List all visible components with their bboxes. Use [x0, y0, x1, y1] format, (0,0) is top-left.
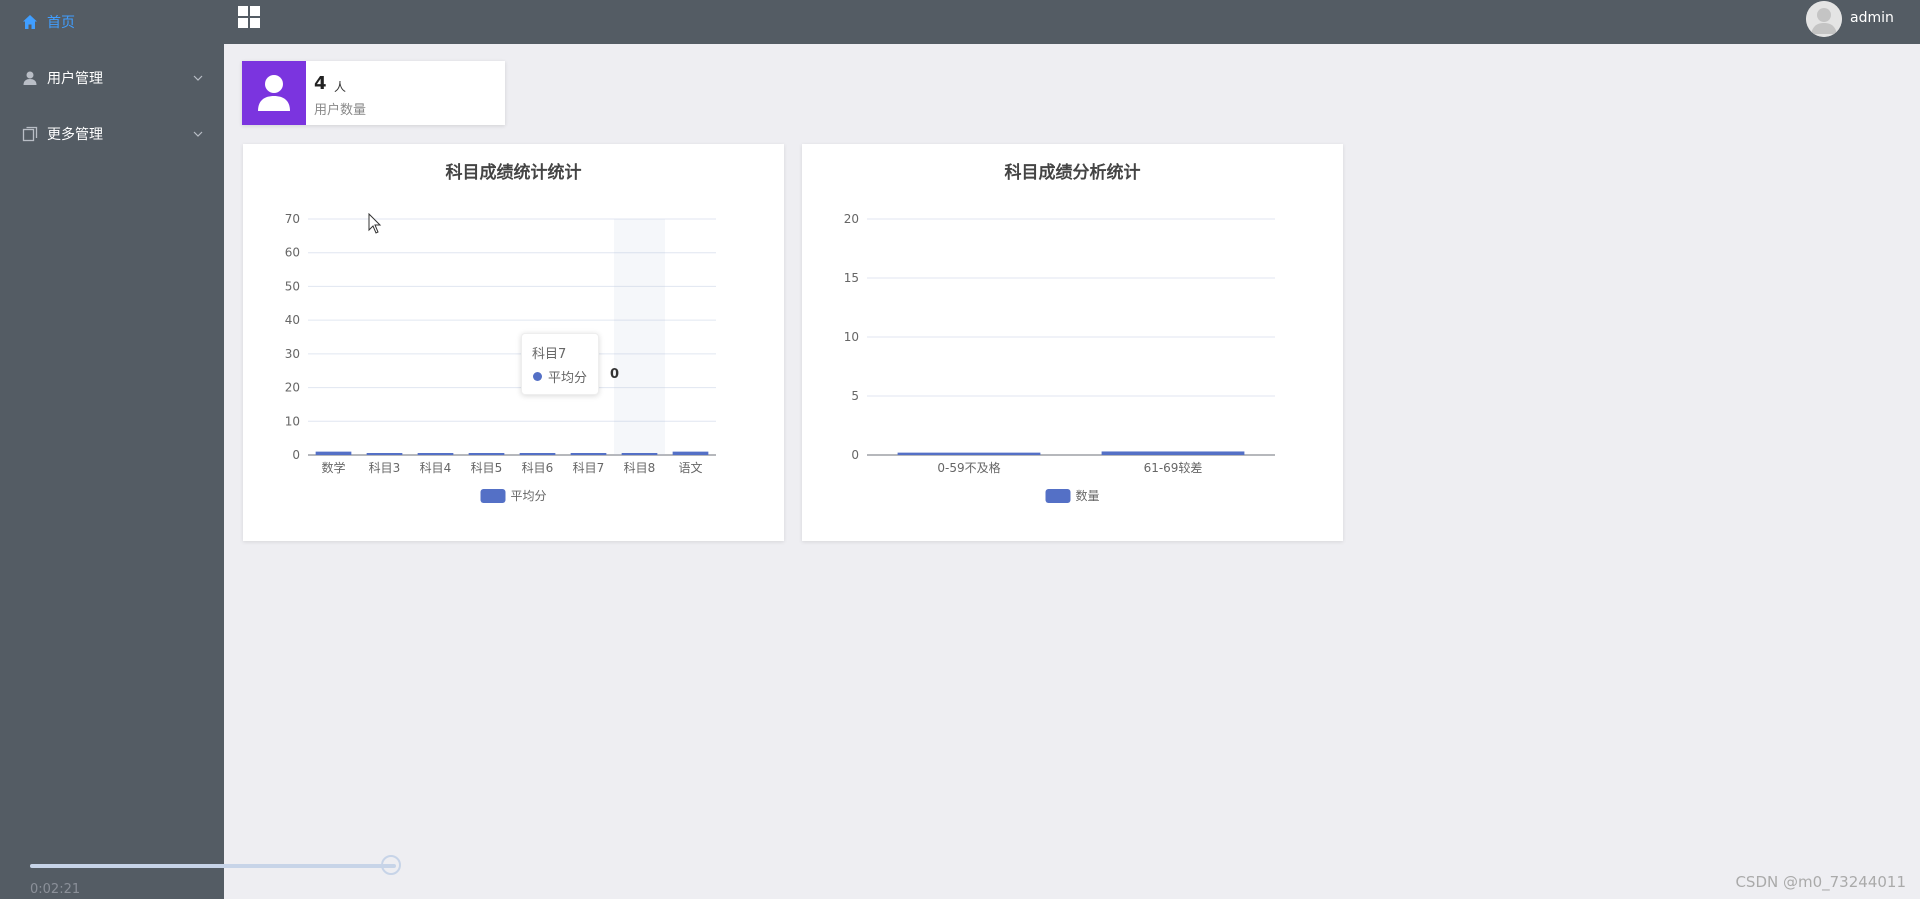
bar [315, 451, 352, 455]
stat-unit: 人 [334, 80, 347, 94]
x-tick-label: 数学 [321, 460, 345, 475]
y-tick-label: 50 [285, 279, 300, 293]
score-analysis-chart-card: 科目成绩分析统计 0 5 10 15 20 0-59不及格 61-69较差数量 [802, 144, 1343, 541]
y-tick-label: 70 [285, 212, 300, 226]
video-progress[interactable]: 0:02:21 [30, 855, 406, 897]
sidebar-item-label: 首页 [47, 15, 75, 31]
bar [621, 453, 658, 455]
legend-swatch [1045, 489, 1071, 503]
bar [468, 453, 505, 455]
progress-knob[interactable] [381, 855, 402, 875]
sidebar-item-label: 更多管理 [47, 127, 103, 143]
chart-tooltip: 科目7 平均分 0 [521, 333, 619, 395]
y-tick-label: 5 [851, 389, 859, 403]
x-tick-label: 语文 [678, 460, 702, 475]
sidebar-item-more-management[interactable]: 更多管理 [0, 112, 224, 156]
sidebar-item-user-management[interactable]: 用户管理 [0, 56, 224, 100]
x-tick-label: 0-59不及格 [937, 460, 1000, 475]
y-tick-label: 10 [844, 330, 859, 344]
legend-label: 数量 [1076, 488, 1100, 503]
stat-icon-box [242, 61, 306, 125]
bar [417, 453, 454, 455]
bar [897, 452, 1041, 455]
y-tick-label: 20 [844, 212, 859, 226]
chevron-down-icon [193, 131, 203, 137]
user-count-card: 4 人 用户数量 [242, 61, 505, 125]
avatar[interactable] [1806, 1, 1842, 37]
y-tick-label: 0 [292, 448, 300, 462]
sidebar-item-label: 用户管理 [47, 71, 103, 87]
home-icon [23, 15, 37, 29]
bar [1101, 451, 1245, 455]
y-tick-label: 15 [844, 271, 859, 285]
x-tick-label: 科目8 [624, 461, 656, 475]
tooltip-series-name: 平均分 [548, 371, 588, 386]
score-analysis-chart[interactable]: 科目成绩分析统计 0 5 10 15 20 0-59不及格 61-69较差数量 [802, 144, 1343, 541]
legend-swatch [480, 489, 506, 503]
tooltip-value: 0 [610, 367, 620, 382]
stat-value: 4 [314, 73, 327, 94]
mouse-cursor-icon [368, 213, 382, 234]
playback-time: 0:02:21 [30, 882, 81, 897]
y-tick-label: 60 [285, 246, 300, 260]
y-tick-label: 40 [285, 313, 300, 327]
sidebar: 首页 用户管理 更多管理 [0, 0, 224, 899]
bar [570, 453, 607, 455]
x-tick-label: 科目5 [471, 461, 503, 475]
y-tick-label: 10 [285, 414, 300, 428]
copy-icon [22, 126, 38, 142]
bar [519, 453, 556, 455]
subject-score-chart[interactable]: 科目成绩统计统计 0 10 20 30 40 50 60 70 数学 科目3 科目4 科目5 科目6 科目7… [243, 144, 784, 541]
legend-label: 平均分 [511, 489, 547, 503]
y-tick-label: 30 [285, 347, 300, 361]
watermark: CSDN @m0_73244011 [1735, 873, 1906, 891]
axis-pointer-shadow [614, 219, 665, 455]
x-tick-label: 科目4 [420, 461, 452, 475]
chart-title: 科目成绩统计统计 [446, 162, 582, 183]
y-tick-label: 0 [851, 448, 859, 462]
tooltip-title: 科目7 [532, 347, 567, 362]
x-tick-label: 科目6 [522, 461, 554, 475]
tooltip-series-dot [533, 372, 542, 381]
x-tick-label: 61-69较差 [1144, 460, 1203, 475]
subject-score-chart-card: 科目成绩统计统计 0 10 20 30 40 50 60 70 数学 科目3 科目4 科目5 科目6 科目7… [243, 144, 784, 541]
username[interactable]: admin [1850, 10, 1894, 26]
user-icon [23, 71, 37, 85]
progress-track[interactable] [30, 864, 396, 868]
chart-title: 科目成绩分析统计 [1005, 162, 1141, 183]
bar [672, 451, 709, 455]
bar [366, 453, 403, 455]
user-icon [258, 75, 290, 111]
avatar-icon [1806, 1, 1842, 37]
sidebar-item-home[interactable]: 首页 [0, 0, 224, 44]
top-navbar: admin [224, 0, 1920, 44]
x-tick-label: 科目7 [573, 461, 605, 475]
y-tick-label: 20 [285, 381, 300, 395]
grid-icon[interactable] [238, 6, 260, 28]
chevron-down-icon [193, 75, 203, 81]
stat-label: 用户数量 [314, 103, 367, 118]
x-tick-label: 科目3 [369, 461, 401, 475]
